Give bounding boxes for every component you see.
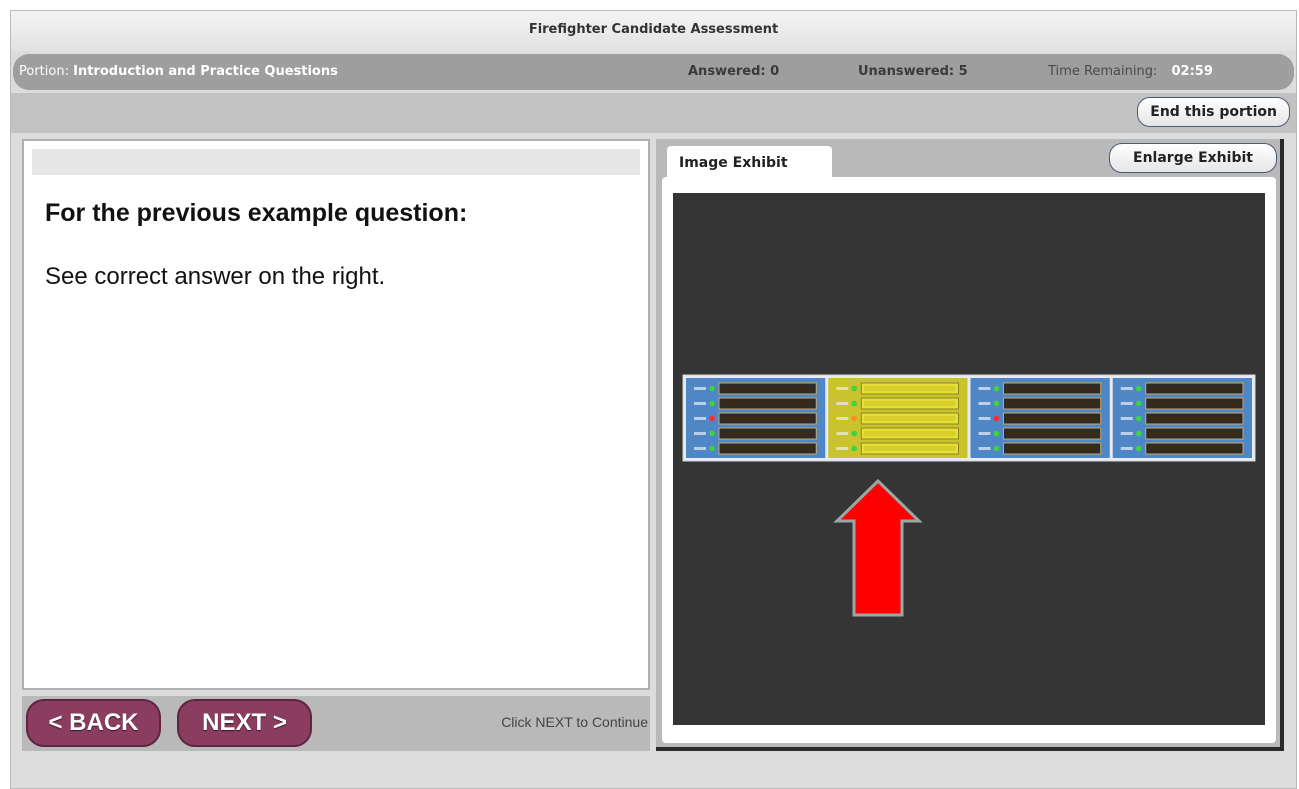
end-portion-button[interactable]: End this portion [1137,97,1290,127]
time-remaining: Time Remaining: 02:59 [1048,64,1213,79]
status-led-icon [709,385,715,392]
zone-display-text [1006,416,1098,421]
enlarge-exhibit-button[interactable]: Enlarge Exhibit [1109,143,1277,173]
exhibit-image [673,193,1265,725]
status-led-icon [851,400,858,407]
zone-display-text [1148,401,1240,406]
question-heading: For the previous example question: [45,199,468,227]
alarm-panel-display [682,374,1256,462]
countdown-timer: 02:59 [1171,64,1213,79]
zone-display-text [1148,446,1240,451]
back-button[interactable]: < BACK [26,699,161,747]
exhibit-frame [662,177,1276,743]
zone-label [694,417,706,420]
zone-label [1120,387,1133,390]
portion-label: Portion: [19,64,69,79]
status-led-icon [709,400,715,407]
zone-label [978,387,991,390]
zone-display-text [722,431,814,436]
question-panel: For the previous example question: See c… [22,139,650,690]
status-led-icon [709,415,715,422]
status-led-icon [993,400,1000,407]
zone-display-text [1006,401,1098,406]
zone-display-text [722,401,814,406]
status-led-icon [851,445,858,452]
zone-display-text [1006,431,1098,436]
zone-label [694,402,706,405]
status-led-icon [993,415,1000,422]
zone-display-text [722,446,814,451]
question-header-bar [32,149,640,175]
continue-hint: Click NEXT to Continue [501,714,648,730]
tab-image-exhibit[interactable]: Image Exhibit [667,146,832,178]
up-arrow-icon [833,478,923,617]
zone-label [836,432,849,435]
zone-display-text [864,431,956,436]
status-bar: Portion: Introduction and Practice Quest… [13,54,1294,90]
zone-display-text [864,401,956,406]
zone-label [1120,402,1133,405]
unanswered-count: Unanswered: 5 [858,64,968,79]
exhibit-illustration [682,374,1256,617]
status-led-icon [1135,445,1142,452]
question-text: See correct answer on the right. [45,263,386,290]
zone-label [978,417,991,420]
zone-label [836,402,849,405]
zone-display-text [864,416,956,421]
status-led-icon [1135,415,1142,422]
zone-label [1120,417,1133,420]
portion-indicator: Portion: Introduction and Practice Quest… [19,64,338,79]
status-led-icon [1135,385,1142,392]
zone-label [694,387,706,390]
zone-display-text [864,446,956,451]
zone-display-text [864,386,956,391]
zone-display-text [1006,386,1098,391]
next-button[interactable]: NEXT > [177,699,312,747]
answered-count: Answered: 0 [688,64,780,79]
zone-label [836,417,849,420]
zone-display-text [1006,446,1098,451]
status-led-icon [709,430,715,437]
zone-label [694,432,706,435]
assessment-window: Firefighter Candidate Assessment Portion… [10,10,1297,789]
zone-label [978,432,991,435]
exhibit-panel: Image Exhibit Enlarge Exhibit [656,139,1284,751]
zone-display-text [1148,431,1240,436]
status-led-icon [993,430,1000,437]
zone-display-text [1148,386,1240,391]
zone-label [1120,432,1133,435]
status-led-icon [851,385,858,392]
navigation-bar: < BACK NEXT > Click NEXT to Continue [22,696,650,751]
zone-label [836,387,849,390]
status-led-icon [851,430,858,437]
zone-label [1120,447,1133,450]
zone-label [978,447,991,450]
zone-display-text [722,416,814,421]
zone-label [836,447,849,450]
zone-display-text [722,386,814,391]
zone-label [978,402,991,405]
status-led-icon [1135,400,1142,407]
toolbar: End this portion [11,93,1296,133]
status-led-icon [1135,430,1142,437]
status-led-icon [851,415,858,422]
app-title: Firefighter Candidate Assessment [11,11,1296,51]
zone-label [694,447,706,450]
portion-value: Introduction and Practice Questions [73,64,338,79]
time-label: Time Remaining: [1048,64,1158,79]
zone-display-text [1148,416,1240,421]
status-led-icon [993,385,1000,392]
status-led-icon [993,445,1000,452]
status-led-icon [709,445,715,452]
